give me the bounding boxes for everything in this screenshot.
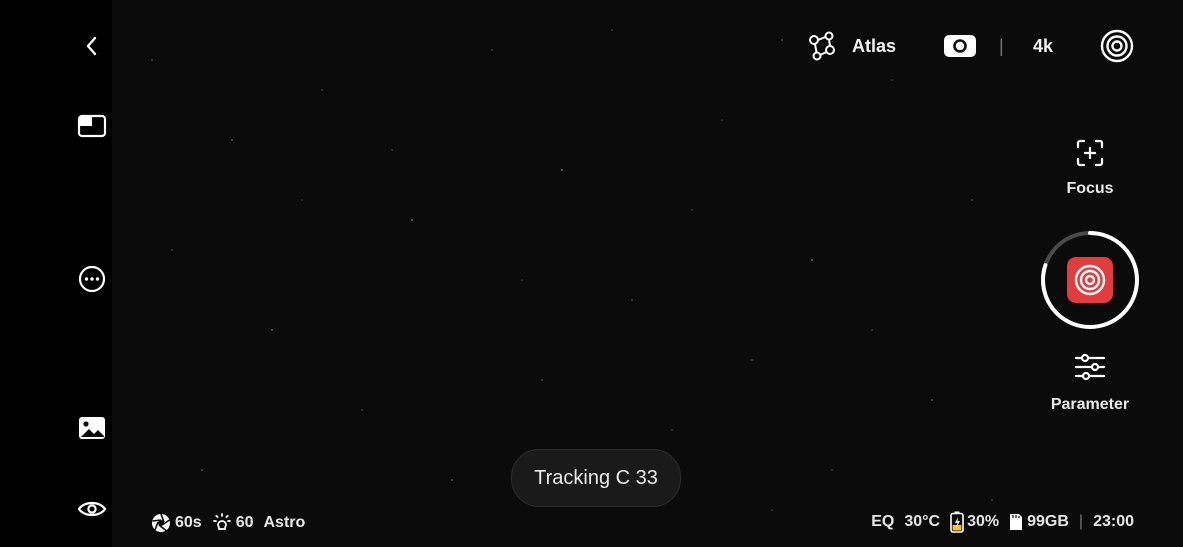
mount-value: EQ [871, 513, 895, 530]
bottom-left-status: 60s 60 Astro [151, 513, 305, 533]
target-button[interactable] [1098, 27, 1136, 65]
camera-toggle-button[interactable] [942, 32, 978, 60]
exposure-status: 60s [151, 513, 202, 533]
gain-value: 60 [235, 514, 254, 531]
sd-card-icon [1010, 514, 1023, 530]
tracking-pill[interactable]: Tracking C 33 [511, 449, 681, 507]
shutter-icon [1067, 257, 1113, 303]
more-button[interactable] [76, 263, 108, 295]
battery-status: 30% [950, 511, 999, 533]
layout-button[interactable] [76, 112, 108, 140]
target-icon [1100, 29, 1134, 63]
parameter-button[interactable] [1071, 350, 1109, 384]
focus-icon [1076, 139, 1104, 167]
more-icon [78, 265, 106, 293]
gain-status: 60 [212, 513, 254, 533]
status-separator: | [1078, 513, 1084, 530]
focus-button[interactable] [1072, 136, 1108, 170]
exposure-value: 60s [175, 514, 202, 531]
top-separator: | [999, 36, 1004, 56]
bottom-right-status: EQ 30°C 30% 99GB | 23:00 [871, 511, 1134, 533]
atlas-label: Atlas [852, 35, 897, 56]
focus-label: Focus [1066, 180, 1114, 197]
battery-icon [950, 511, 964, 533]
image-icon [79, 417, 105, 439]
battery-value: 30% [967, 513, 1000, 530]
resolution-label[interactable]: 4k [1033, 36, 1053, 57]
parameter-label: Parameter [1050, 396, 1130, 413]
storage-status: 99GB [1009, 513, 1069, 531]
tracking-label: Tracking C 33 [534, 466, 658, 489]
chevron-left-icon [86, 36, 97, 56]
molecule-icon [809, 31, 835, 61]
sliders-icon [1074, 353, 1106, 381]
aperture-icon [152, 513, 170, 532]
shutter-button[interactable] [1038, 228, 1142, 332]
time-value: 23:00 [1093, 513, 1134, 530]
view-button[interactable] [76, 495, 108, 523]
mode-value: Astro [263, 514, 306, 531]
storage-value: 99GB [1027, 513, 1069, 530]
atlas-button[interactable]: Atlas [806, 30, 896, 62]
back-button[interactable] [78, 32, 106, 60]
picture-in-picture-icon [77, 114, 107, 138]
camera-toggle-icon [944, 35, 976, 57]
temperature-value: 30°C [904, 513, 941, 530]
sun-icon [212, 513, 231, 530]
eye-icon [77, 501, 107, 517]
gallery-button[interactable] [76, 413, 108, 443]
